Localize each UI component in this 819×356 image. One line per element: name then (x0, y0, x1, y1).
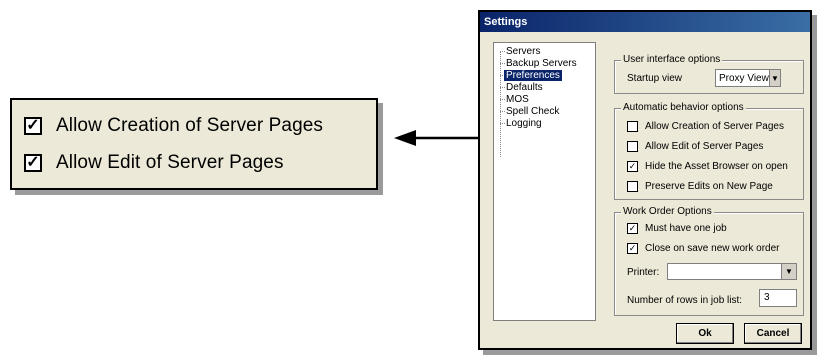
hide-asset-browser-checkbox[interactable]: ✓ (627, 161, 638, 172)
allow-edit-checkbox[interactable] (627, 141, 638, 152)
close-on-save-checkbox[interactable]: ✓ (627, 243, 638, 254)
allow-creation-checkbox-zoomed: ✓ (24, 117, 42, 135)
user-interface-options-title: User interface options (621, 54, 723, 66)
cancel-button[interactable]: Cancel (744, 323, 802, 344)
allow-creation-label: Allow Creation of Server Pages (645, 121, 784, 132)
close-on-save-option[interactable]: ✓ Close on save new work order (627, 243, 780, 254)
tree-item-logging[interactable]: Logging (504, 118, 544, 129)
tree-item-servers[interactable]: Servers (504, 46, 542, 57)
settings-window: Settings Servers Backup Servers Preferen… (478, 10, 812, 350)
tree-item-backup-servers[interactable]: Backup Servers (504, 58, 579, 69)
work-order-options-group: Work Order Options ✓ Must have one job ✓… (614, 206, 804, 316)
startup-view-value: Proxy View (719, 72, 769, 84)
preserve-edits-checkbox[interactable] (627, 181, 638, 192)
automatic-behavior-options-title: Automatic behavior options (621, 102, 746, 114)
allow-edit-checkbox-zoomed: ✓ (24, 154, 42, 172)
rows-in-job-list-input[interactable]: 3 (759, 289, 797, 307)
startup-view-label: Startup view (627, 73, 683, 84)
close-on-save-label: Close on save new work order (645, 243, 780, 254)
printer-label: Printer: (627, 267, 660, 278)
hide-asset-browser-label: Hide the Asset Browser on open (645, 161, 788, 172)
must-have-one-job-label: Must have one job (645, 223, 727, 234)
startup-view-select[interactable]: Proxy View ▼ (715, 69, 781, 87)
ok-button[interactable]: Ok (676, 323, 734, 344)
allow-edit-label-zoomed: Allow Edit of Server Pages (56, 152, 284, 173)
automatic-behavior-options-group: Automatic behavior options Allow Creatio… (614, 102, 804, 200)
callout-row-allow-creation: ✓ Allow Creation of Server Pages (24, 115, 323, 137)
work-order-options-title: Work Order Options (621, 206, 714, 218)
chevron-down-icon[interactable]: ▼ (768, 70, 780, 86)
must-have-one-job-checkbox[interactable]: ✓ (627, 223, 638, 234)
preserve-edits-label: Preserve Edits on New Page (645, 181, 773, 192)
allow-edit-option[interactable]: Allow Edit of Server Pages (627, 141, 763, 152)
tree-item-preferences[interactable]: Preferences (504, 70, 562, 81)
window-title: Settings (480, 12, 810, 32)
must-have-one-job-option[interactable]: ✓ Must have one job (627, 223, 727, 234)
hide-asset-browser-option[interactable]: ✓ Hide the Asset Browser on open (627, 161, 788, 172)
preserve-edits-option[interactable]: Preserve Edits on New Page (627, 181, 773, 192)
allow-creation-label-zoomed: Allow Creation of Server Pages (56, 115, 324, 136)
rows-in-job-list-label: Number of rows in job list: (627, 295, 743, 306)
settings-tree: Servers Backup Servers Preferences Defau… (493, 42, 596, 321)
tree-item-defaults[interactable]: Defaults (504, 82, 545, 93)
allow-creation-option[interactable]: Allow Creation of Server Pages (627, 121, 784, 132)
zoom-callout: ✓ Allow Creation of Server Pages ✓ Allow… (10, 98, 378, 190)
printer-select[interactable]: ▼ (667, 263, 797, 280)
callout-row-allow-edit: ✓ Allow Edit of Server Pages (24, 152, 284, 174)
allow-edit-label: Allow Edit of Server Pages (645, 141, 764, 152)
chevron-down-icon[interactable]: ▼ (781, 264, 796, 279)
allow-creation-checkbox[interactable] (627, 121, 638, 132)
user-interface-options-group: User interface options Startup view Prox… (614, 54, 804, 94)
tree-item-spell-check[interactable]: Spell Check (504, 106, 561, 117)
tree-item-mos[interactable]: MOS (504, 94, 531, 105)
